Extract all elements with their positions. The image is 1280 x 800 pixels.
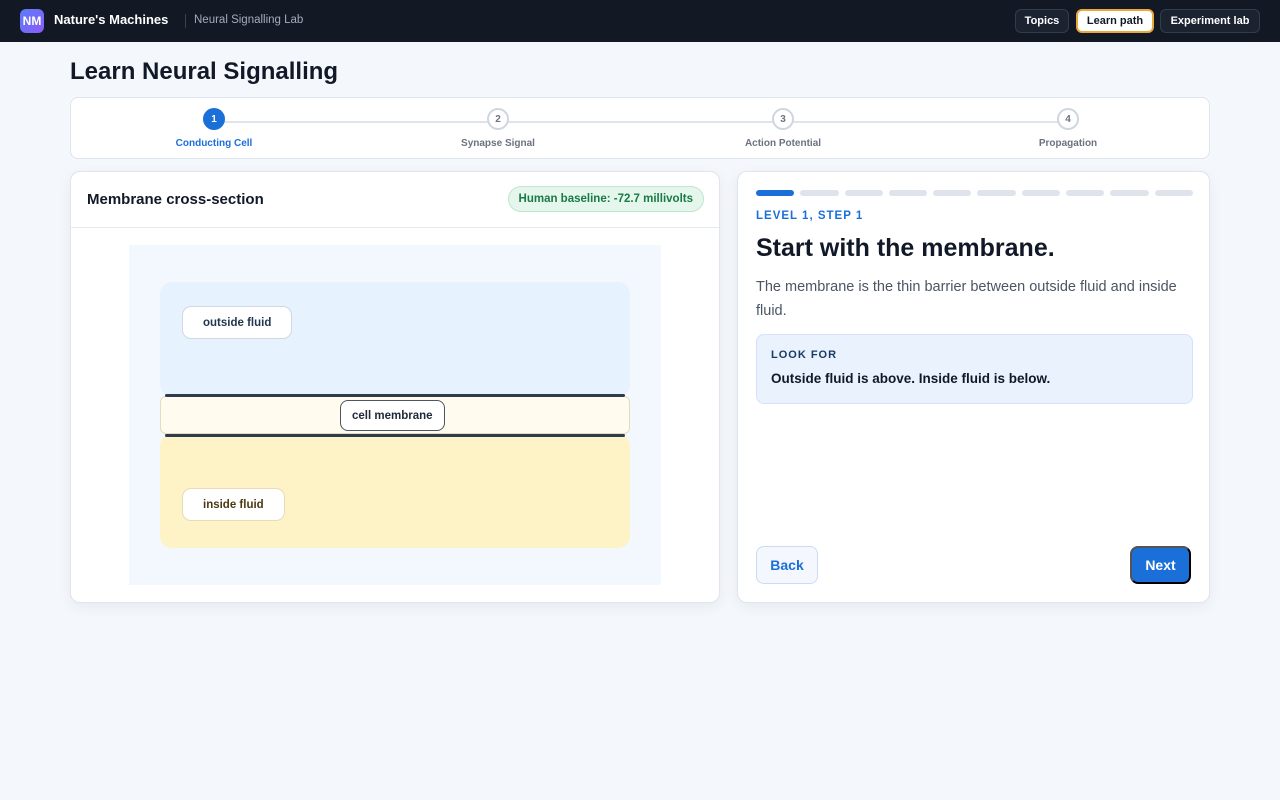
diagram-title: Membrane cross-section (87, 191, 264, 208)
diagram-card-header: Membrane cross-section Human baseline: -… (71, 172, 719, 228)
step-label: Conducting Cell (175, 138, 253, 149)
app-logo[interactable]: NM (20, 9, 44, 33)
membrane-bottom-edge (165, 434, 625, 437)
step-label: Synapse Signal (461, 138, 535, 149)
step-number: 1 (203, 108, 225, 130)
step-number: 4 (1057, 108, 1079, 130)
step-action-potential[interactable]: 3 Action Potential (703, 108, 863, 149)
brand-divider (185, 14, 186, 28)
baseline-badge: Human baseline: -72.7 millivolts (507, 186, 704, 212)
next-button[interactable]: Next (1130, 546, 1191, 584)
app-subtitle: Neural Signalling Lab (194, 14, 304, 26)
progress-segment (1154, 190, 1193, 196)
progress-segment (756, 190, 795, 196)
lesson-title: Start with the membrane. (756, 234, 1055, 262)
progress-segment (1066, 190, 1105, 196)
membrane-diagram-card: Membrane cross-section Human baseline: -… (70, 171, 720, 603)
lesson-stepper: 1 Conducting Cell 2 Synapse Signal 3 Act… (70, 97, 1210, 159)
cell-membrane-label[interactable]: cell membrane (340, 400, 445, 431)
step-propagation[interactable]: 4 Propagation (988, 108, 1148, 149)
progress-segment (888, 190, 928, 196)
membrane-top-edge (165, 394, 625, 397)
app-name[interactable]: Nature's Machines (54, 12, 168, 27)
inside-fluid-label[interactable]: inside fluid (182, 488, 285, 521)
step-label: Propagation (1038, 138, 1098, 149)
step-synapse-signal[interactable]: 2 Synapse Signal (418, 108, 578, 149)
look-for-heading: LOOK FOR (771, 349, 838, 361)
progress-segment (1021, 190, 1061, 196)
look-for-text: Outside fluid is above. Inside fluid is … (771, 371, 1051, 386)
step-conducting-cell[interactable]: 1 Conducting Cell (134, 108, 294, 149)
look-for-callout: LOOK FOR Outside fluid is above. Inside … (756, 334, 1193, 404)
step-number: 2 (487, 108, 509, 130)
lesson-progress (756, 190, 1193, 196)
membrane-diagram: outside fluid cell membrane inside fluid (129, 245, 661, 585)
page-title: Learn Neural Signalling (70, 58, 339, 85)
lesson-card: LEVEL 1, STEP 1 Start with the membrane.… (737, 171, 1210, 603)
outside-fluid-zone (160, 282, 630, 396)
step-label: Action Potential (744, 138, 822, 149)
top-bar: NM Nature's Machines Neural Signalling L… (0, 0, 1280, 42)
outside-fluid-label[interactable]: outside fluid (182, 306, 293, 339)
progress-segment (933, 190, 972, 196)
progress-segment (800, 190, 839, 196)
progress-segment (977, 190, 1016, 196)
nav-experiment-lab-button[interactable]: Experiment lab (1160, 9, 1260, 33)
progress-segment (1110, 190, 1149, 196)
nav-topics-button[interactable]: Topics (1015, 9, 1069, 33)
lesson-level: LEVEL 1, STEP 1 (756, 210, 864, 222)
nav-learn-path-button[interactable]: Learn path (1076, 9, 1154, 33)
lesson-body: The membrane is the thin barrier between… (756, 279, 1177, 319)
back-button[interactable]: Back (756, 546, 818, 584)
progress-segment (844, 190, 883, 196)
step-number: 3 (772, 108, 794, 130)
